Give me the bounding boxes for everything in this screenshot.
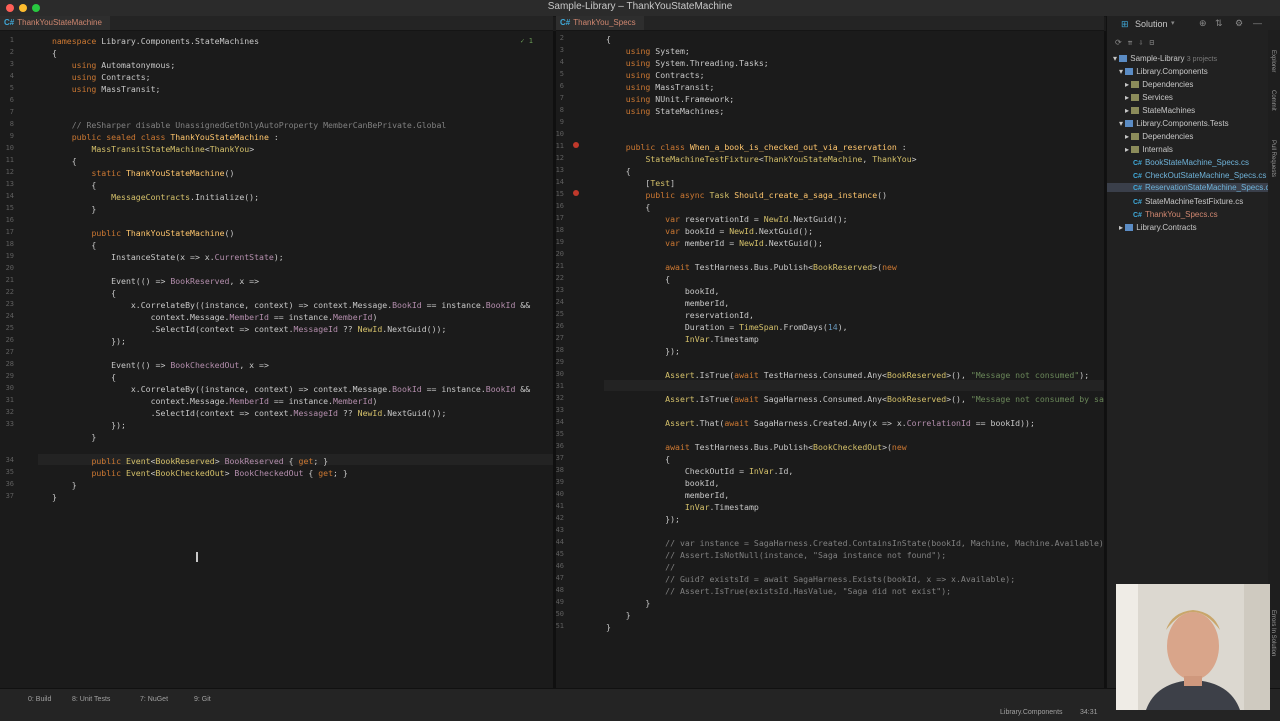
left-code[interactable]: namespace Library.Components.StateMachin… (52, 35, 530, 503)
git-tool-button[interactable]: 9: Git (194, 696, 211, 703)
tree-item-folder[interactable]: ▸ Dependencies (1125, 132, 1193, 141)
left-editor[interactable]: ✓ 1 1 2 3 4 5 6 7 8 9 10 11 12 13 14 15 … (0, 31, 553, 688)
status-bar: 0: Build 8: Unit Tests 7: NuGet 9: Git L… (0, 688, 1280, 721)
side-tool-strip: Explorer Commit Pull Requests Errors In … (1268, 30, 1280, 680)
left-tab-bar: C# ThankYouStateMachine (0, 16, 553, 31)
unit-tests-tool-button[interactable]: 8: Unit Tests (72, 696, 110, 703)
chevron-down-icon[interactable]: ▾ (1171, 19, 1175, 27)
sort-icon[interactable]: ⇈ (1128, 38, 1139, 47)
folder-icon (1131, 146, 1140, 154)
minimize-panel-icon[interactable]: — (1253, 18, 1262, 28)
breakpoint-icon[interactable] (573, 190, 579, 196)
solution-explorer-header: ⊞ Solution ▾ ⊕ ⇅ ⚙ — (1107, 16, 1280, 32)
folder-icon (1131, 107, 1140, 115)
status-caret-position[interactable]: 34:31 (1080, 709, 1098, 716)
folder-icon (1131, 81, 1140, 89)
line-number-gutter: 2 3 4 5 6 7 8 9 10 11 12 13 14 15 16 17 … (556, 34, 564, 630)
tree-item-folder[interactable]: ▸ StateMachines (1125, 106, 1195, 115)
tree-item-project[interactable]: ▸ Library.Contracts (1119, 223, 1197, 232)
tree-item-project[interactable]: ▾ Library.Components (1119, 67, 1208, 76)
gear-icon[interactable]: ⚙ (1235, 18, 1243, 29)
explorer-tab[interactable]: Explorer (1270, 50, 1276, 72)
solution-icon (1119, 55, 1128, 63)
csharp-file-icon: C# (1133, 199, 1142, 206)
tree-item-project[interactable]: ▾ Library.Components.Tests (1119, 119, 1229, 128)
tree-item-file[interactable]: C# CheckOutStateMachine_Specs.cs (1133, 171, 1266, 180)
tree-item-folder[interactable]: ▸ Dependencies (1125, 80, 1193, 89)
collapse-icon[interactable]: ⇅ (1215, 18, 1223, 29)
settings-icon[interactable]: ⊟ (1149, 38, 1160, 47)
tree-item-folder[interactable]: ▸ Internals (1125, 145, 1173, 154)
solution-toolbar: ⟳⇈⇩⊟ (1115, 38, 1265, 50)
errors-in-solution-tab[interactable]: Errors In Solution (1270, 610, 1276, 656)
tab-label: ThankYouStateMachine (17, 18, 102, 27)
tree-item-file-selected[interactable]: C# ReservationStateMachine_Specs.cs (1107, 183, 1280, 192)
solution-icon: ⊞ (1121, 19, 1129, 29)
presenter-video (1116, 584, 1270, 710)
filter-icon[interactable]: ⇩ (1139, 38, 1150, 47)
tab-thankyou-state-machine[interactable]: C# ThankYouStateMachine (0, 16, 110, 30)
commit-tab[interactable]: Commit (1270, 90, 1276, 111)
tree-item-folder[interactable]: ▸ Services (1125, 93, 1173, 102)
tree-item-solution[interactable]: ▾ Sample-Library 3 projects (1113, 54, 1217, 63)
tree-item-file[interactable]: C# BookStateMachine_Specs.cs (1133, 158, 1249, 167)
target-icon[interactable]: ⊕ (1199, 18, 1207, 29)
tree-item-file[interactable]: C# StateMachineTestFixture.cs (1133, 197, 1243, 206)
status-project[interactable]: Library.Components (1000, 709, 1063, 716)
csharp-file-icon: C# (4, 18, 15, 27)
mouse-cursor (196, 552, 198, 562)
project-icon (1125, 68, 1134, 76)
title-bar: Sample-Library – ThankYouStateMachine (0, 0, 1280, 17)
tree-item-file[interactable]: C# ThankYou_Specs.cs (1133, 210, 1218, 219)
webcam-overlay (1116, 584, 1270, 710)
pull-requests-tab[interactable]: Pull Requests (1270, 140, 1276, 177)
tab-thankyou-specs[interactable]: C# ThankYou_Specs (556, 16, 644, 30)
right-tab-bar: C# ThankYou_Specs (556, 16, 1104, 31)
build-tool-button[interactable]: 0: Build (28, 696, 51, 703)
right-editor[interactable]: 2 3 4 5 6 7 8 9 10 11 12 13 14 15 16 17 … (556, 31, 1104, 688)
csharp-file-icon: C# (1133, 173, 1142, 180)
nuget-tool-button[interactable]: 7: NuGet (140, 696, 168, 703)
project-icon (1125, 224, 1134, 232)
refresh-icon[interactable]: ⟳ (1115, 38, 1128, 47)
right-code[interactable]: { using System; using System.Threading.T… (606, 33, 1104, 633)
csharp-file-icon: C# (1133, 160, 1142, 167)
window-title: Sample-Library – ThankYouStateMachine (547, 1, 733, 12)
line-number-gutter: 1 2 3 4 5 6 7 8 9 10 11 12 13 14 15 16 1… (5, 36, 14, 500)
folder-icon (1131, 94, 1140, 102)
csharp-file-icon: C# (1133, 212, 1142, 219)
tab-label: ThankYou_Specs (573, 18, 636, 27)
solution-title: Solution (1135, 19, 1168, 29)
project-icon (1125, 120, 1134, 128)
csharp-file-icon: C# (560, 18, 571, 27)
folder-icon (1131, 133, 1140, 141)
breakpoint-icon[interactable] (573, 142, 579, 148)
csharp-file-icon: C# (1133, 185, 1142, 192)
